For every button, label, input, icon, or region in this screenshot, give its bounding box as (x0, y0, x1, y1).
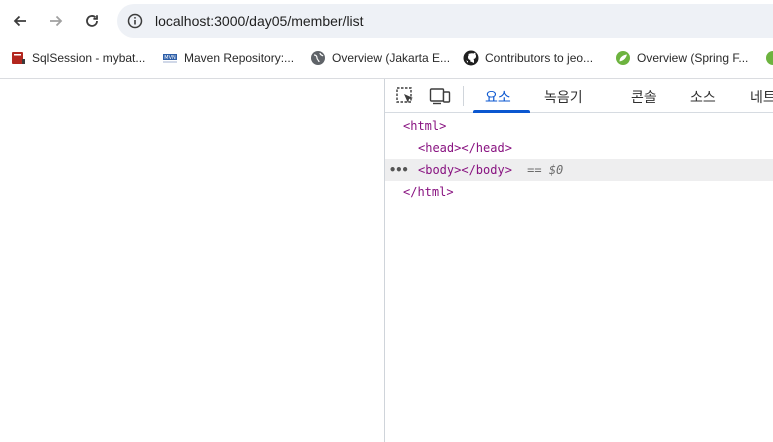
more-options-icon[interactable]: ••• (389, 159, 409, 181)
reload-icon (86, 15, 98, 27)
spring-icon (616, 51, 630, 65)
bookmark-label: SqlSession - mybat... (32, 51, 146, 65)
tag-text: <body></body> (418, 163, 512, 177)
bookmark-label: Overview (Spring F... (637, 51, 749, 65)
devtools-tabbar: 요소 녹음기 콘솔 소스 네트 (385, 79, 773, 113)
mvn-icon: MVN (163, 54, 177, 63)
book-icon (12, 52, 25, 64)
github-icon (463, 50, 479, 66)
browser-toolbar: localhost:3000/day05/member/list (0, 0, 773, 42)
tag-text: <html> (403, 119, 447, 133)
info-icon[interactable] (127, 13, 143, 29)
selected-node-marker: == $0 (527, 163, 564, 177)
bookmark-label: Maven Repository:... (184, 51, 295, 65)
tag-text: </html> (403, 185, 454, 199)
dom-node-html-open[interactable]: <html> (385, 115, 773, 137)
bookmark-label: Overview (Jakarta E... (332, 51, 451, 65)
tab-network[interactable]: 네트 (750, 87, 773, 107)
arrow-right-icon (50, 15, 63, 27)
spring-icon (766, 51, 773, 65)
device-toolbar-icon[interactable] (429, 86, 451, 106)
bookmark-spring[interactable]: Overview (Spring F... (615, 49, 748, 67)
bookmark-overflow[interactable] (765, 49, 773, 67)
active-tab-indicator (473, 110, 530, 113)
bookmark-sqlsession[interactable]: SqlSession - mybat... (10, 49, 145, 67)
tab-console[interactable]: 콘솔 (631, 87, 657, 107)
back-button[interactable] (6, 7, 34, 35)
bookmark-jakarta[interactable]: Overview (Jakarta E... (310, 49, 450, 67)
address-bar[interactable]: localhost:3000/day05/member/list (117, 4, 773, 38)
page-viewport[interactable] (0, 79, 384, 442)
tag-text: <head></head> (418, 141, 512, 155)
svg-text:MVN: MVN (164, 55, 176, 61)
bookmarks-bar: SqlSession - mybat... MVN Maven Reposito… (0, 43, 773, 72)
dom-node-html-close[interactable]: </html> (385, 181, 773, 203)
tab-separator (463, 86, 464, 106)
inspect-element-icon[interactable] (395, 86, 417, 106)
globe-icon (311, 51, 325, 65)
bookmark-maven[interactable]: MVN Maven Repository:... (162, 49, 294, 67)
dom-node-body[interactable]: ••• <body></body> == $0 (385, 159, 773, 181)
tab-recorder[interactable]: 녹음기 (544, 87, 583, 107)
url-text[interactable]: localhost:3000/day05/member/list (155, 13, 364, 29)
tab-elements[interactable]: 요소 (485, 87, 511, 107)
bookmark-github[interactable]: Contributors to jeo... (463, 49, 593, 67)
tab-sources[interactable]: 소스 (690, 87, 716, 107)
devtools-panel: 요소 녹음기 콘솔 소스 네트 <html> <head></head> •••… (385, 79, 773, 442)
arrow-left-icon (13, 15, 26, 27)
reload-button[interactable] (78, 7, 106, 35)
dom-node-head[interactable]: <head></head> (385, 137, 773, 159)
forward-button[interactable] (42, 7, 70, 35)
bookmark-label: Contributors to jeo... (485, 51, 594, 65)
